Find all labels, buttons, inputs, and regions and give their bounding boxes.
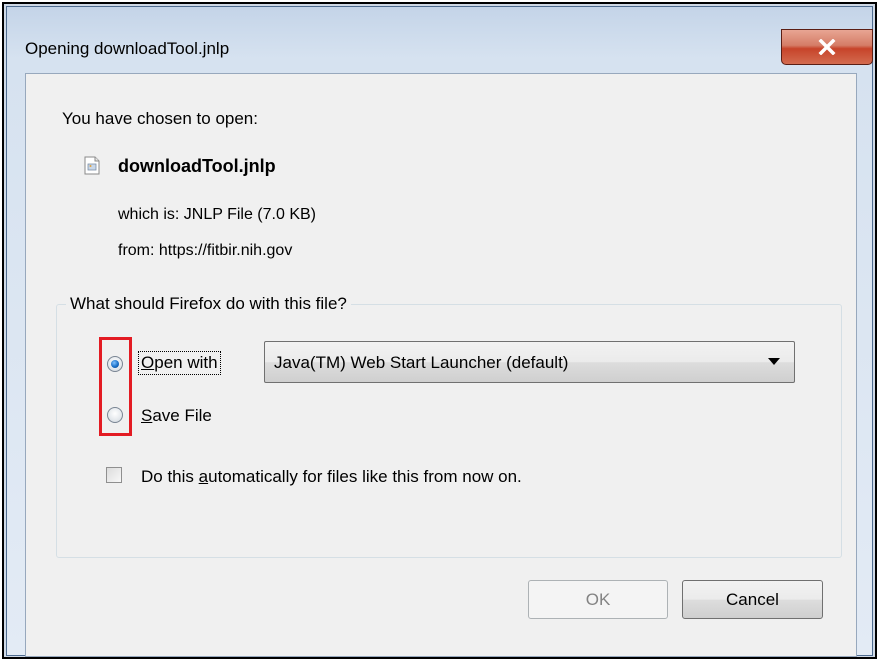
auto-action-pre: Do this: [141, 467, 199, 486]
close-icon: [818, 39, 836, 55]
auto-action-post: utomatically for files like this from no…: [208, 467, 522, 486]
save-file-text: ave File: [152, 406, 212, 425]
cancel-button[interactable]: Cancel: [682, 580, 823, 619]
file-source-label: from:: [118, 242, 155, 259]
auto-action-mnemonic: a: [198, 467, 209, 486]
dialog-window: Opening downloadTool.jnlp You have chose…: [6, 6, 873, 657]
ok-button[interactable]: OK: [528, 580, 668, 619]
file-type: which is: JNLP File (7.0 KB): [118, 206, 316, 223]
open-with-label[interactable]: Open with: [138, 351, 221, 375]
file-source: from: https://fitbir.nih.gov: [118, 242, 292, 260]
close-button[interactable]: [781, 29, 873, 65]
file-name: downloadTool.jnlp: [118, 156, 276, 176]
radio-highlight-box: [99, 337, 132, 436]
dropdown-arrow-icon: [768, 358, 780, 365]
open-with-text: pen with: [154, 353, 218, 372]
application-select[interactable]: Java(TM) Web Start Launcher (default): [264, 341, 795, 383]
window-title: Opening downloadTool.jnlp: [25, 39, 230, 58]
dialog-body: You have chosen to open: downloadTool.jn…: [25, 73, 857, 657]
save-file-label[interactable]: Save File: [141, 406, 212, 426]
jnlp-file-icon: [84, 156, 100, 175]
action-group-legend: What should Firefox do with this file?: [66, 294, 351, 314]
open-prompt: You have chosen to open:: [62, 109, 258, 128]
open-with-mnemonic: O: [141, 353, 155, 372]
auto-action-label[interactable]: Do this automatically for files like thi…: [141, 467, 522, 487]
auto-action-checkbox[interactable]: [106, 467, 122, 483]
application-select-value: Java(TM) Web Start Launcher (default): [274, 353, 569, 372]
save-file-mnemonic: S: [141, 406, 153, 425]
file-source-url: https://fitbir.nih.gov: [158, 242, 293, 259]
